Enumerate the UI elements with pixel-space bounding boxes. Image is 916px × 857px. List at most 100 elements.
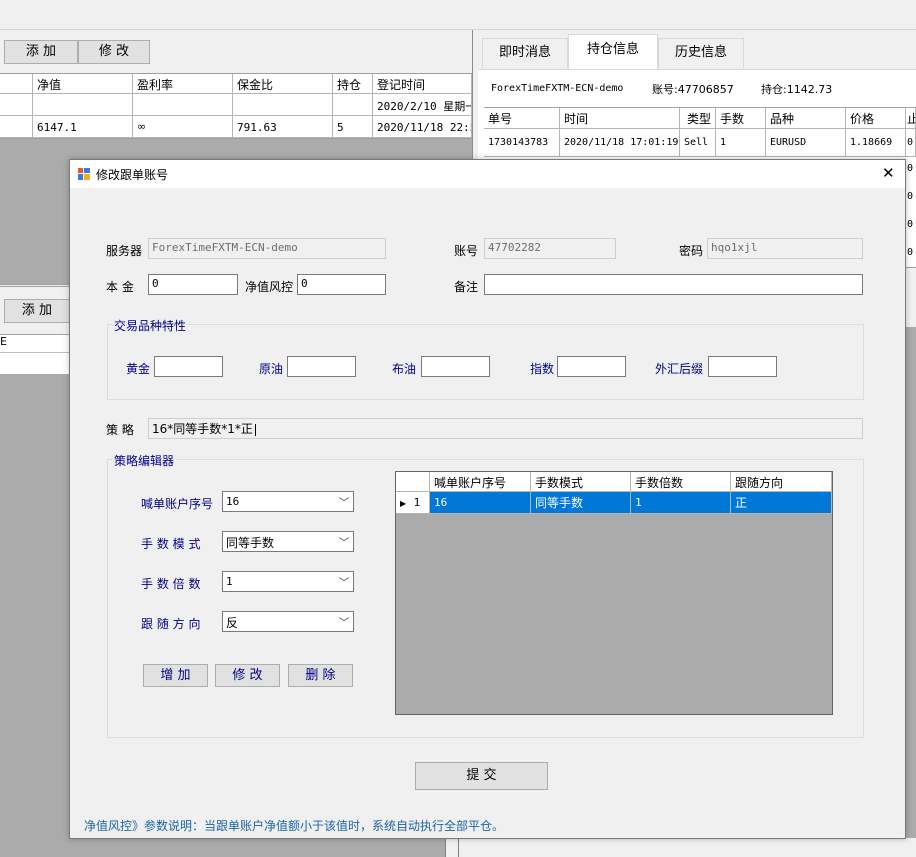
table-row-header[interactable]: ▶ 1 <box>396 492 430 514</box>
col-header-type[interactable]: 类型 <box>680 108 716 129</box>
password-field[interactable]: hqo1xjl <box>707 238 863 259</box>
table-cell <box>0 94 33 116</box>
table-cell: 2020/11/18 22:52 <box>373 116 472 138</box>
follow-direction-select[interactable]: 反 ﹀ <box>222 611 354 632</box>
add-strategy-button[interactable]: 增 加 <box>143 664 208 687</box>
table-cell <box>333 94 373 116</box>
table-cell[interactable]: 1 <box>631 492 731 514</box>
bg-right-gray <box>906 327 916 838</box>
bg-add-button-2[interactable]: 添 加 <box>4 299 70 323</box>
bg-modify-button[interactable]: 修 改 <box>78 40 150 64</box>
table-cell: 1730143783 <box>484 129 560 157</box>
bg-add-button[interactable]: 添 加 <box>4 40 78 64</box>
bg-right-lower <box>906 267 916 327</box>
bg-right-table[interactable]: 单号 时间 类型 手数 品种 价格 止 1730143783 2020/11/1… <box>484 107 916 157</box>
index-field[interactable] <box>557 356 626 377</box>
tab-instant-messages[interactable]: 即时消息 <box>482 38 568 68</box>
bg-left-panel-2: 添 加 E <box>0 284 75 376</box>
chevron-down-icon: ﹀ <box>339 618 349 629</box>
bg-bottom-gray <box>70 838 445 857</box>
remark-label: 备注 <box>454 280 479 294</box>
lot-multiplier-select[interactable]: 1 ﹀ <box>222 571 354 592</box>
col-header-net[interactable]: 净值 <box>33 74 133 94</box>
brent-label: 布油 <box>392 362 417 376</box>
risk-control-field[interactable]: 0 <box>297 274 386 295</box>
col-header-profit[interactable]: 盈利率 <box>133 74 233 94</box>
brent-field[interactable] <box>421 356 490 377</box>
col-header-position[interactable]: 持仓 <box>333 74 373 94</box>
close-icon[interactable]: ✕ <box>882 164 895 182</box>
col-header-symbol[interactable]: 品种 <box>766 108 846 129</box>
col-header-price[interactable]: 价格 <box>846 108 906 129</box>
submit-button[interactable]: 提 交 <box>415 762 548 790</box>
table-cell <box>0 116 33 138</box>
col-header-lot-mode[interactable]: 手数模式 <box>531 472 631 492</box>
principal-label: 本 金 <box>106 280 134 294</box>
strategy-label: 策 略 <box>106 423 134 437</box>
position-total: 持仓:1142.73 <box>761 83 833 96</box>
tab-history[interactable]: 历史信息 <box>658 38 744 68</box>
col-header-lot-mult[interactable]: 手数倍数 <box>631 472 731 492</box>
strategy-field[interactable]: 16*同等手数*1*正 <box>148 418 863 439</box>
col-header-sl[interactable]: 止 <box>906 108 916 129</box>
account-number: 账号:47706857 <box>652 83 734 96</box>
remark-field[interactable] <box>484 274 863 295</box>
table-cell <box>0 74 33 94</box>
follow-direction-label: 跟 随 方 向 <box>141 617 201 631</box>
modify-strategy-button[interactable]: 修 改 <box>215 664 280 687</box>
edit-follow-account-dialog: 修改跟单账号 ✕ 服务器 ForexTimeFXTM-ECN-demo 账号 4… <box>69 159 906 839</box>
strategy-grid[interactable]: 喊单账户序号 手数模式 手数倍数 跟随方向 ▶ 1 16 同等手数 1 正 <box>395 471 833 715</box>
crude-oil-field[interactable] <box>287 356 356 377</box>
server-field[interactable]: ForexTimeFXTM-ECN-demo <box>148 238 386 259</box>
fx-suffix-field[interactable] <box>708 356 777 377</box>
table-cell: 791.63 <box>233 116 333 138</box>
table-cell[interactable]: 16 <box>430 492 531 514</box>
col-header-order[interactable]: 单号 <box>484 108 560 129</box>
crude-oil-label: 原油 <box>259 362 284 376</box>
col-header-lots[interactable]: 手数 <box>716 108 766 129</box>
dialog-title: 修改跟单账号 <box>96 168 169 182</box>
principal-field[interactable]: 0 <box>148 274 238 295</box>
account-field[interactable]: 47702282 <box>484 238 616 259</box>
table-cell: 0 <box>907 191 914 202</box>
col-header-margin[interactable]: 保金比 <box>233 74 333 94</box>
bg-splitter[interactable] <box>445 838 459 857</box>
bg-top-strip <box>0 0 916 30</box>
chevron-down-icon: ﹀ <box>339 538 349 549</box>
row-pointer-icon: ▶ <box>400 499 407 508</box>
bg-left-gray-area-2 <box>0 374 70 857</box>
table-cell: 2020/2/10 星期一 <box>373 94 472 116</box>
server-name: ForexTimeFXTM-ECN-demo <box>491 83 624 94</box>
table-cell: 0 <box>906 129 916 157</box>
delete-strategy-button[interactable]: 删 除 <box>288 664 353 687</box>
lot-mode-select[interactable]: 同等手数 ﹀ <box>222 531 354 552</box>
dialog-title-bar[interactable]: 修改跟单账号 ✕ <box>70 160 905 188</box>
row-number: 1 <box>413 496 421 509</box>
lot-multiplier-value: 1 <box>226 575 233 588</box>
table-cell[interactable]: 同等手数 <box>531 492 631 514</box>
table-cell <box>33 94 133 116</box>
grid-corner <box>396 472 430 492</box>
caller-account-select[interactable]: 16 ﹀ <box>222 491 354 512</box>
col-header-direction[interactable]: 跟随方向 <box>731 472 832 492</box>
lot-mode-value: 同等手数 <box>226 536 275 550</box>
password-label: 密码 <box>679 244 704 258</box>
caller-account-value: 16 <box>226 495 240 508</box>
lot-mode-label: 手 数 模 式 <box>141 537 201 551</box>
table-cell: ∞ <box>133 116 233 138</box>
col-header-regtime[interactable]: 登记时间 <box>373 74 472 94</box>
table-cell <box>233 94 333 116</box>
table-cell: 2020/11/18 17:01:19 <box>560 129 680 157</box>
bg-left-table[interactable]: 净值 盈利率 保金比 持仓 登记时间 2020/2/10 星期一 6147.1 … <box>0 73 472 139</box>
table-cell[interactable]: 正 <box>731 492 832 514</box>
fx-suffix-label: 外汇后缀 <box>655 362 704 376</box>
chevron-down-icon: ﹀ <box>339 578 349 589</box>
col-header-caller[interactable]: 喊单账户序号 <box>430 472 531 492</box>
gold-field[interactable] <box>154 356 223 377</box>
bg-bottom-right <box>459 838 916 857</box>
lot-multiplier-label: 手 数 倍 数 <box>141 577 201 591</box>
app-icon <box>78 168 90 180</box>
col-header-time[interactable]: 时间 <box>560 108 680 129</box>
table-cell: 1.18669 <box>846 129 906 157</box>
tab-positions[interactable]: 持仓信息 <box>568 34 658 70</box>
